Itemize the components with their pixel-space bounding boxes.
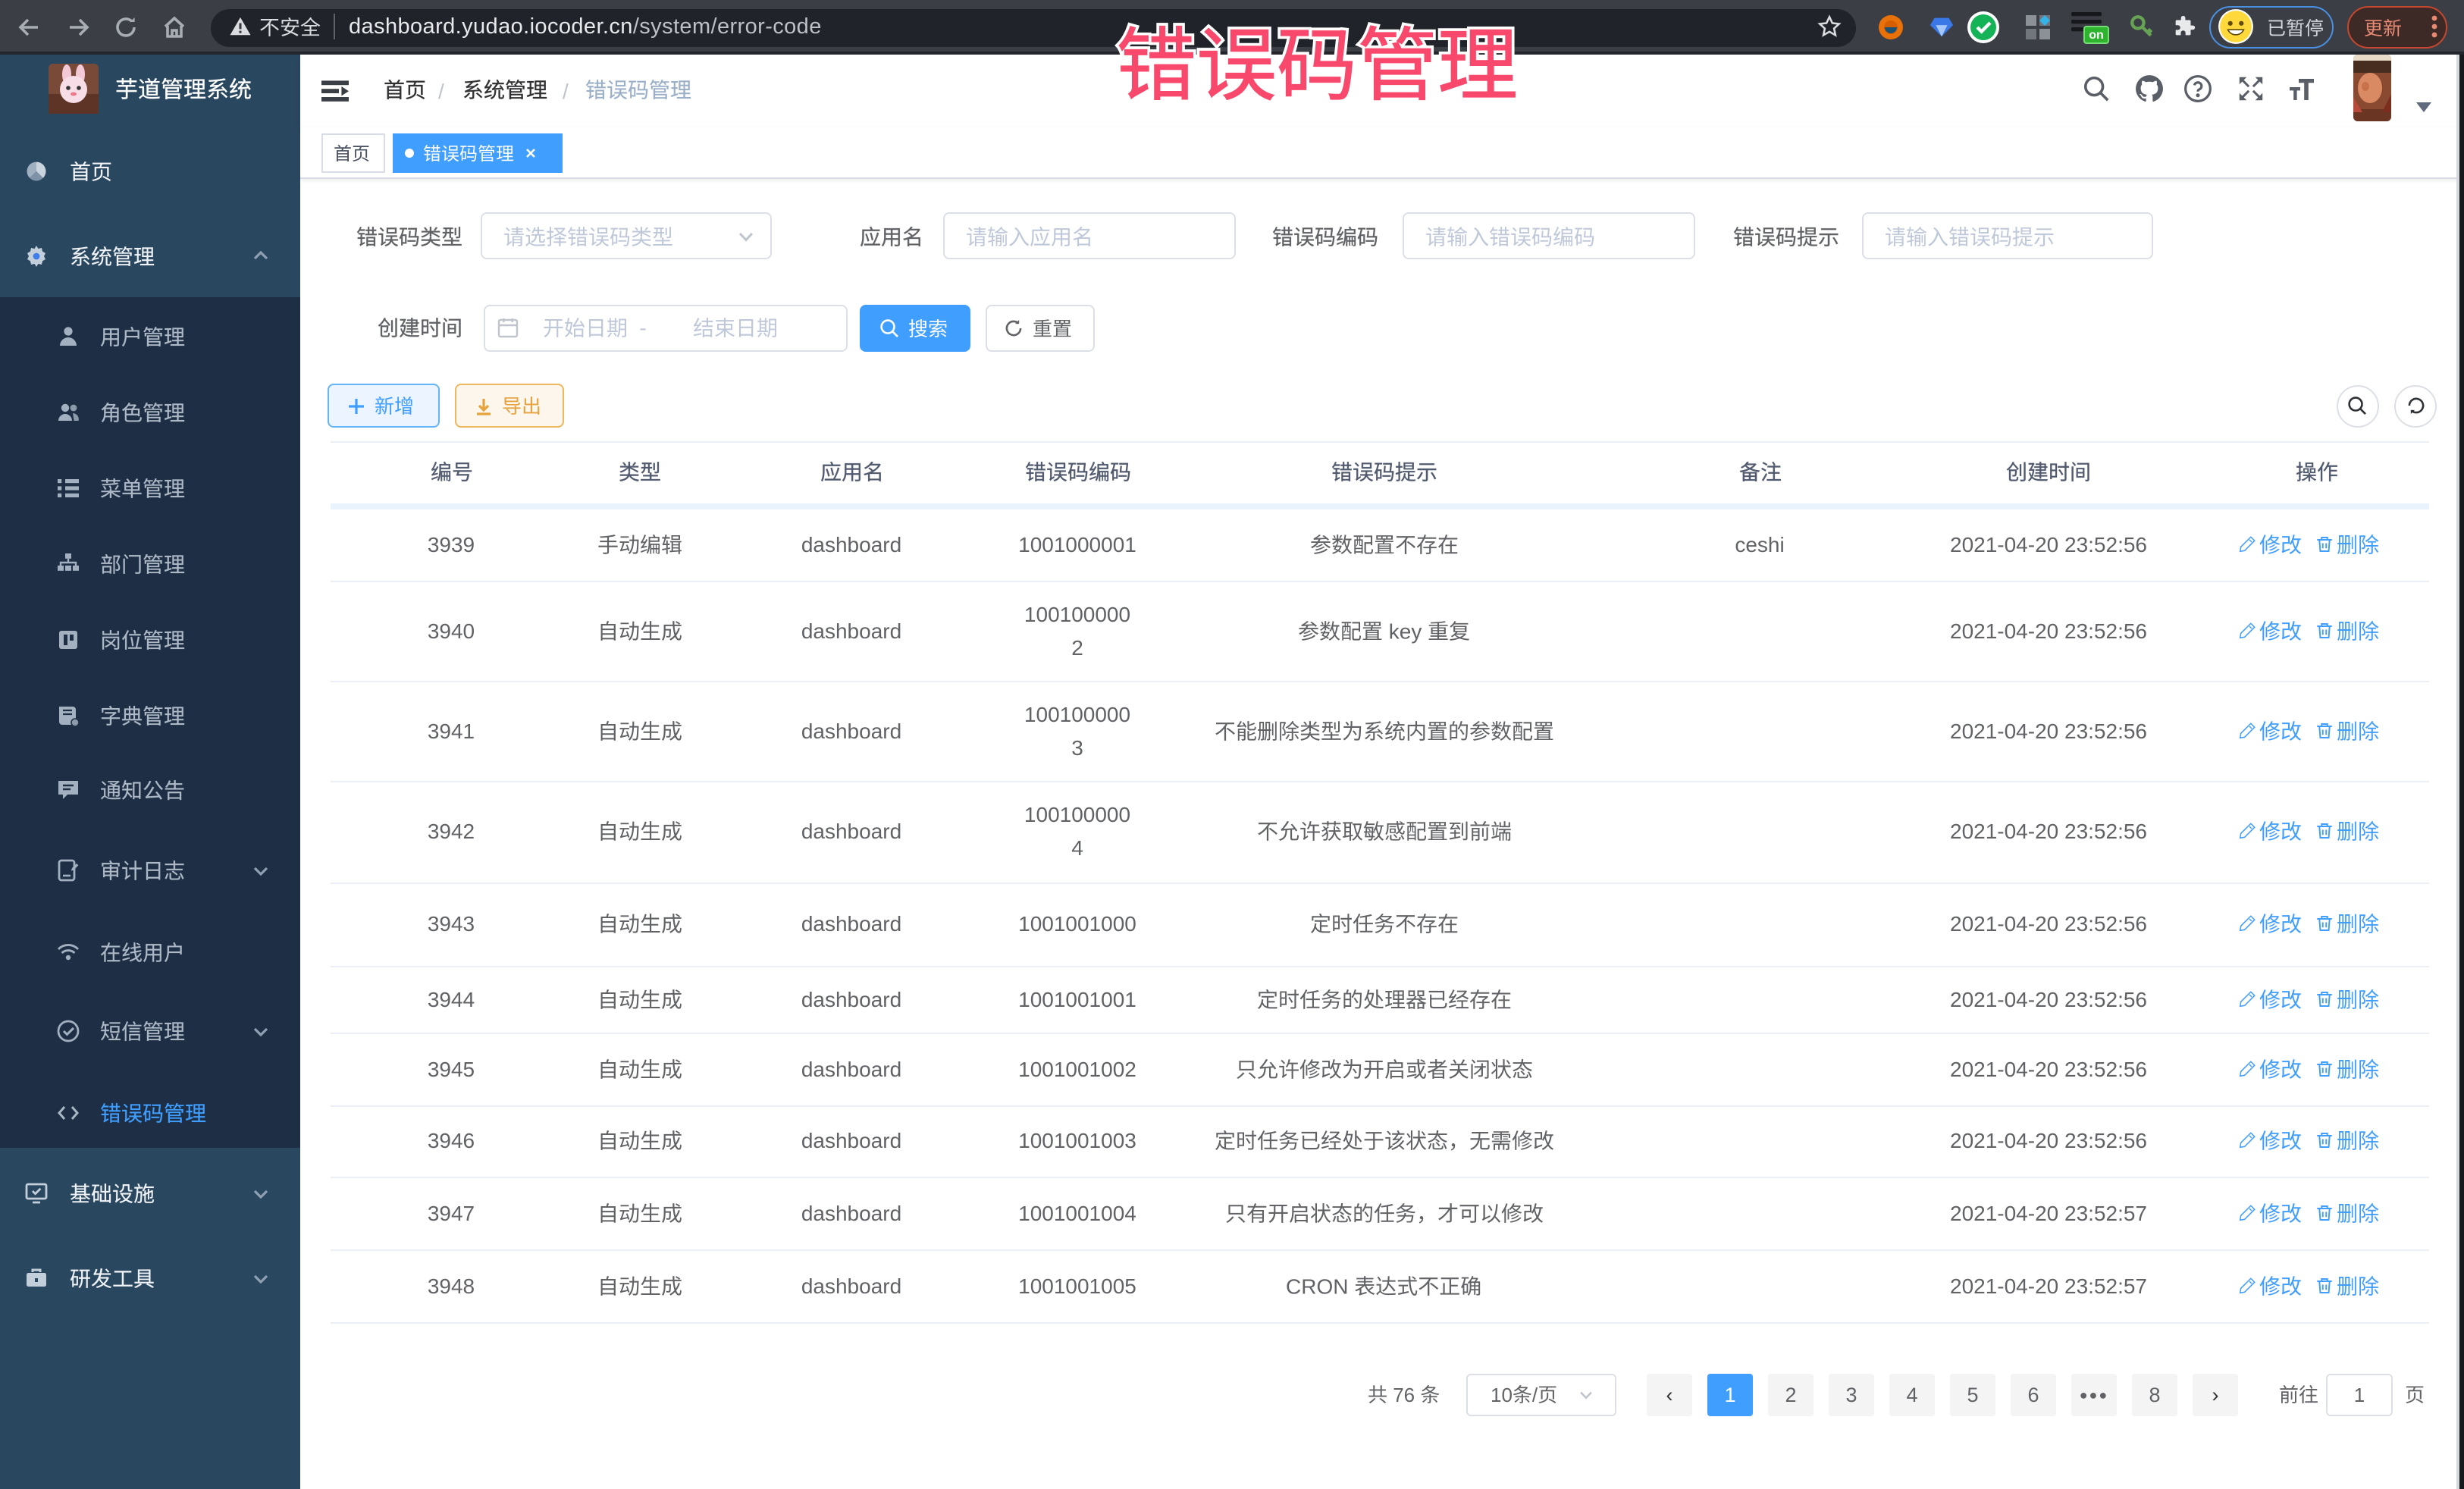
svg-text:/: /	[1532, 1384, 1538, 1406]
svg-text:10: 10	[1491, 1384, 1513, 1406]
svg-text:key: key	[1388, 619, 1422, 643]
svg-text:76: 76	[1393, 1384, 1415, 1406]
svg-text:CRON: CRON	[1286, 1274, 1348, 1298]
